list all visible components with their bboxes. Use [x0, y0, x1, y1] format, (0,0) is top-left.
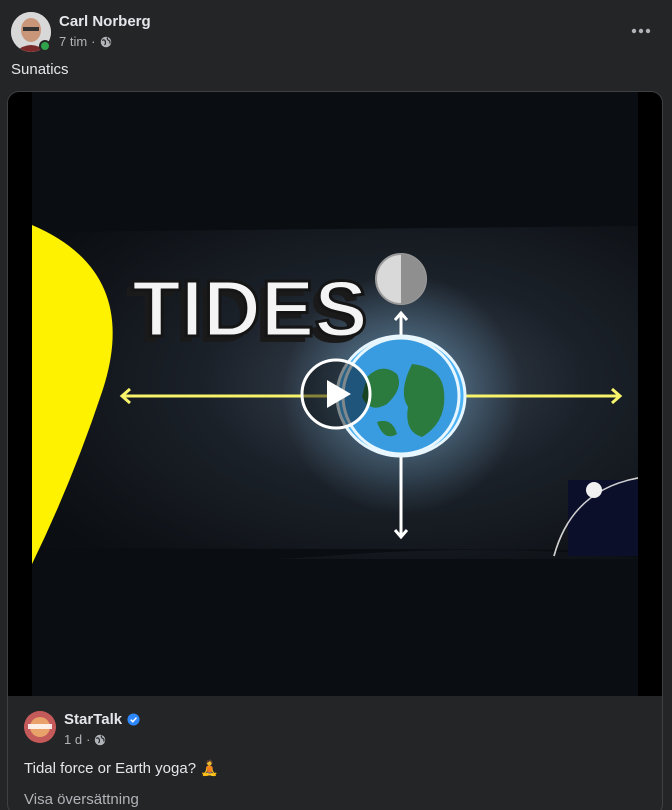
globe-icon: [100, 36, 111, 47]
shared-post-footer: StarTalk 1 d · Tidal force or Earth yoga…: [8, 696, 662, 810]
shared-post-text: Tidal force or Earth yoga? 🧘: [24, 760, 219, 777]
author-name[interactable]: Carl Norberg: [59, 13, 151, 30]
globe-icon: [95, 734, 106, 745]
post-header: Carl Norberg 7 tim ·: [0, 0, 672, 62]
shared-post-card[interactable]: TIDES TIDES StarTalk 1 d · Tidal force o…: [7, 91, 663, 810]
more-horizontal-icon: [631, 28, 651, 34]
video-title-text: TIDES: [132, 264, 368, 353]
shared-meta-separator: ·: [86, 732, 91, 747]
post-time[interactable]: 7 tim: [59, 34, 87, 49]
shared-post-time[interactable]: 1 d: [64, 732, 82, 747]
shared-author-label[interactable]: StarTalk: [64, 711, 122, 728]
online-status-indicator: [39, 40, 51, 52]
play-button[interactable]: [300, 358, 372, 430]
shared-author-name[interactable]: StarTalk: [64, 711, 140, 728]
verified-badge-icon: [127, 713, 140, 726]
meta-separator: ·: [91, 34, 96, 49]
see-translation-link[interactable]: Visa översättning: [24, 791, 139, 808]
more-options-button[interactable]: [623, 20, 659, 42]
post-text: Sunatics: [11, 61, 69, 78]
shared-author-avatar[interactable]: [24, 711, 56, 743]
shared-post-meta: 1 d ·: [64, 732, 106, 747]
video-player[interactable]: TIDES TIDES: [8, 92, 662, 696]
post-meta: 7 tim ·: [59, 34, 112, 49]
